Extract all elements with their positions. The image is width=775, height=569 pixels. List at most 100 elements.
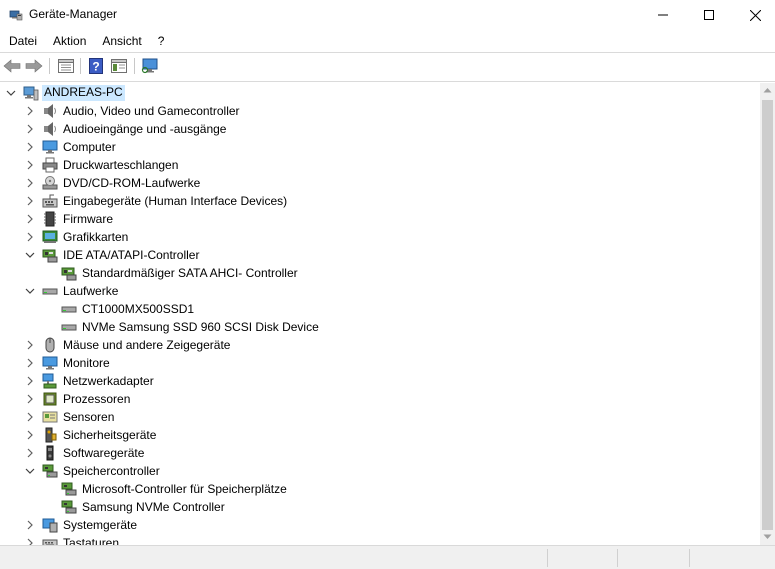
tree-category-label: Audio, Video und Gamecontroller <box>63 104 240 118</box>
computer-icon <box>42 140 58 154</box>
chevron-right-icon[interactable] <box>25 357 35 369</box>
properties-icon <box>58 59 74 73</box>
tree-category[interactable]: Audio, Video und Gamecontroller <box>0 102 760 120</box>
tree-category-label: Sicherheitsgeräte <box>63 428 157 442</box>
chevron-right-icon[interactable] <box>25 393 35 405</box>
forward-button[interactable] <box>24 56 44 76</box>
tree-category[interactable]: Computer <box>0 138 760 156</box>
minimize-icon <box>658 14 668 16</box>
back-button[interactable] <box>2 56 22 76</box>
tree-category-label: DVD/CD-ROM-Laufwerke <box>63 176 201 190</box>
chevron-right-icon[interactable] <box>25 195 35 207</box>
tree-category[interactable]: Laufwerke <box>0 282 760 300</box>
tree-device[interactable]: Samsung NVMe Controller <box>0 498 760 516</box>
tree-root-label: ANDREAS-PC <box>42 85 125 101</box>
tree-category[interactable]: Softwaregeräte <box>0 444 760 462</box>
maximize-button[interactable] <box>686 0 732 30</box>
chevron-right-icon[interactable] <box>25 177 35 189</box>
help-button[interactable]: ? <box>86 56 106 76</box>
tree-category[interactable]: Eingabegeräte (Human Interface Devices) <box>0 192 760 210</box>
forward-arrow-icon <box>25 59 43 73</box>
tree-root[interactable]: ANDREAS-PC <box>0 84 760 102</box>
tree-category-label: Monitore <box>63 356 110 370</box>
toolbar-separator <box>80 58 81 74</box>
processor-icon <box>43 392 57 406</box>
scrollbar-thumb[interactable] <box>762 100 773 530</box>
menu-aktion[interactable]: Aktion <box>45 31 94 52</box>
chevron-right-icon[interactable] <box>25 339 35 351</box>
chevron-right-icon[interactable] <box>25 429 35 441</box>
status-divider <box>689 549 690 567</box>
tree-device-label: Microsoft-Controller für Speicherplätze <box>82 482 287 496</box>
chevron-down-icon[interactable] <box>6 87 16 99</box>
tree-category[interactable]: Firmware <box>0 210 760 228</box>
tree-category-label: IDE ATA/ATAPI-Controller <box>63 248 200 262</box>
tree-category[interactable]: Sicherheitsgeräte <box>0 426 760 444</box>
tree-category[interactable]: IDE ATA/ATAPI-Controller <box>0 246 760 264</box>
close-button[interactable] <box>732 0 775 30</box>
computer-icon <box>23 86 39 101</box>
menu-datei[interactable]: Datei <box>0 31 45 52</box>
tree-category[interactable]: Sensoren <box>0 408 760 426</box>
tree-category-label: Tastaturen <box>63 536 120 545</box>
network-icon <box>42 373 57 389</box>
status-divider <box>617 549 618 567</box>
storage-controller-icon <box>42 464 58 478</box>
tree-category[interactable]: Grafikkarten <box>0 228 760 246</box>
tree-category[interactable]: Druckwarteschlangen <box>0 156 760 174</box>
chevron-down-icon[interactable] <box>25 285 35 297</box>
tree-category[interactable]: Netzwerkadapter <box>0 372 760 390</box>
tree-category-label: Eingabegeräte (Human Interface Devices) <box>63 194 288 208</box>
minimize-button[interactable] <box>640 0 686 30</box>
tree-category[interactable]: Tastaturen <box>0 534 760 545</box>
vertical-scrollbar[interactable] <box>760 83 775 545</box>
tree-category-label: Firmware <box>63 212 113 226</box>
scroll-down-arrow-icon[interactable] <box>763 534 772 540</box>
menu-help[interactable]: ? <box>150 31 173 52</box>
scan-hardware-button[interactable] <box>140 56 160 76</box>
tree-category[interactable]: Mäuse und andere Zeigegeräte <box>0 336 760 354</box>
tree-category[interactable]: Speichercontroller <box>0 462 760 480</box>
chevron-right-icon[interactable] <box>25 375 35 387</box>
sensor-icon <box>42 411 58 423</box>
properties-button[interactable] <box>56 56 76 76</box>
tree-device-label: Samsung NVMe Controller <box>82 500 225 514</box>
device-tree[interactable]: ANDREAS-PC Audio, Video und Gamecontroll… <box>0 83 760 545</box>
maximize-icon <box>704 10 714 20</box>
tree-device[interactable]: Standardmäßiger SATA AHCI- Controller <box>0 264 760 282</box>
scroll-up-arrow-icon[interactable] <box>763 87 772 93</box>
back-arrow-icon <box>3 59 21 73</box>
chevron-right-icon[interactable] <box>25 213 35 225</box>
tree-category[interactable]: Monitore <box>0 354 760 372</box>
tree-category[interactable]: Systemgeräte <box>0 516 760 534</box>
drive-icon <box>61 306 77 313</box>
chevron-right-icon[interactable] <box>25 231 35 243</box>
tree-device-label: NVMe Samsung SSD 960 SCSI Disk Device <box>82 320 319 334</box>
chevron-right-icon[interactable] <box>25 411 35 423</box>
menu-ansicht[interactable]: Ansicht <box>94 31 149 52</box>
chevron-right-icon[interactable] <box>25 159 35 171</box>
chevron-right-icon[interactable] <box>25 447 35 459</box>
tree-category-label: Grafikkarten <box>63 230 129 244</box>
status-bar <box>0 545 775 569</box>
tree-device[interactable]: Microsoft-Controller für Speicherplätze <box>0 480 760 498</box>
chevron-right-icon[interactable] <box>25 519 35 531</box>
tree-device[interactable]: CT1000MX500SSD1 <box>0 300 760 318</box>
chevron-right-icon[interactable] <box>25 537 35 545</box>
chevron-down-icon[interactable] <box>25 249 35 261</box>
menu-bar: Datei Aktion Ansicht ? <box>0 31 775 52</box>
tree-category-label: Laufwerke <box>63 284 119 298</box>
tree-device[interactable]: NVMe Samsung SSD 960 SCSI Disk Device <box>0 318 760 336</box>
tree-category[interactable]: Prozessoren <box>0 390 760 408</box>
chevron-right-icon[interactable] <box>25 105 35 117</box>
tree-category-label: Mäuse und andere Zeigegeräte <box>63 338 231 352</box>
display-adapter-icon <box>42 230 58 243</box>
view-button[interactable] <box>109 56 129 76</box>
chevron-right-icon[interactable] <box>25 141 35 153</box>
tree-category[interactable]: DVD/CD-ROM-Laufwerke <box>0 174 760 192</box>
chevron-down-icon[interactable] <box>25 465 35 477</box>
monitor-scan-icon <box>141 58 158 74</box>
chevron-right-icon[interactable] <box>25 123 35 135</box>
tree-category[interactable]: Audioeingänge und -ausgänge <box>0 120 760 138</box>
title-bar: Geräte-Manager <box>0 0 775 30</box>
